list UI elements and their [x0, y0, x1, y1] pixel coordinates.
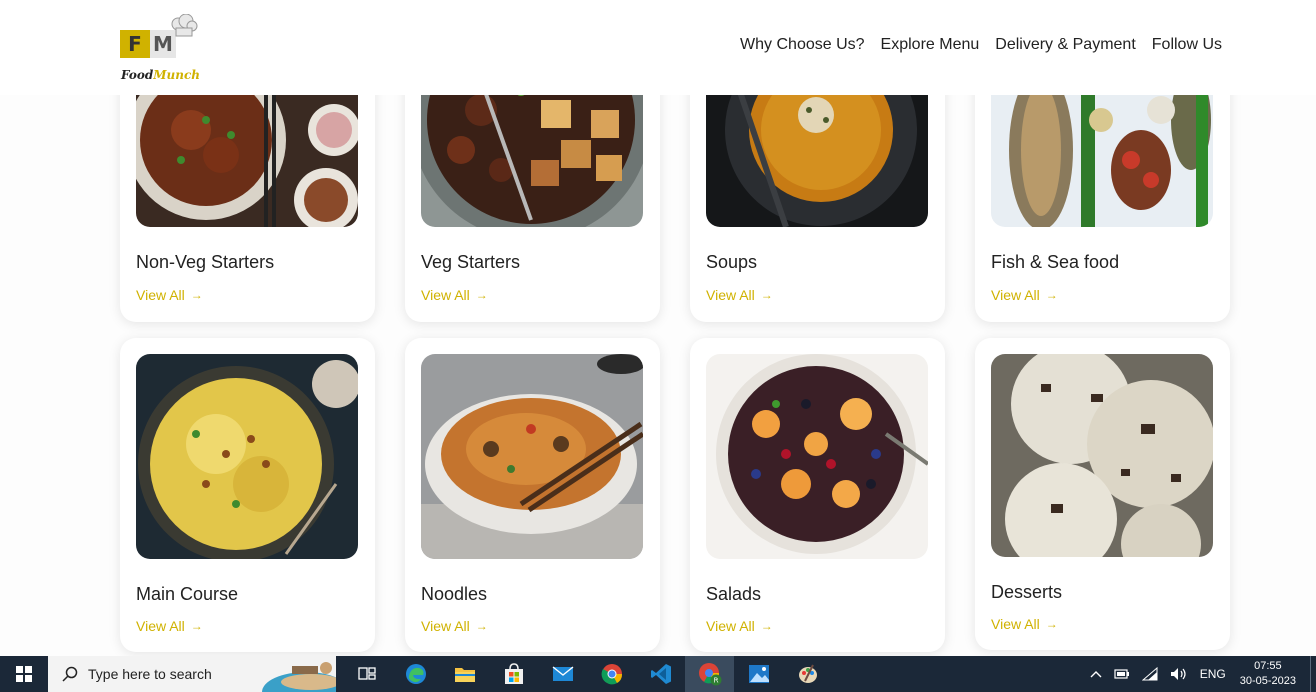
- category-card-fish-sea-food: Fish & Sea food View All →: [975, 60, 1230, 322]
- wifi-icon[interactable]: [1141, 667, 1158, 681]
- task-view-icon: [357, 667, 376, 680]
- brand-name: FoodMunch: [121, 68, 200, 82]
- folder-icon: [454, 668, 475, 682]
- view-all-link[interactable]: View All →: [136, 287, 203, 303]
- taskbar-clock[interactable]: 07:55 30-05-2023: [1240, 659, 1296, 689]
- taskbar-search-box[interactable]: Type here to search: [48, 656, 336, 692]
- noodles-image: [421, 354, 643, 559]
- search-placeholder: Type here to search: [88, 666, 212, 682]
- input-language[interactable]: ENG: [1200, 667, 1226, 681]
- view-all-link[interactable]: View All →: [991, 616, 1058, 632]
- logo-mark: F M: [120, 30, 176, 58]
- taskbar-pinned-apps: R: [342, 656, 832, 692]
- category-card-main-course: Main Course View All →: [120, 338, 375, 652]
- task-view-button[interactable]: [342, 656, 391, 692]
- view-all-label: View All: [991, 287, 1040, 303]
- food-munch-page: Non-Veg Starters View All → Veg Starters…: [0, 0, 1316, 656]
- view-all-link[interactable]: View All →: [421, 618, 488, 634]
- arrow-right-icon: →: [760, 619, 773, 633]
- nav-delivery-payment[interactable]: Delivery & Payment: [995, 36, 1136, 54]
- view-all-label: View All: [421, 287, 470, 303]
- category-card-soups: Soups View All →: [690, 60, 945, 322]
- view-all-label: View All: [991, 616, 1040, 632]
- nav-explore-menu[interactable]: Explore Menu: [881, 36, 980, 54]
- windows-taskbar: Type here to search R ENG 07:55 30-05-20…: [0, 656, 1316, 692]
- start-button[interactable]: [0, 656, 48, 692]
- chrome-profile-icon: R: [698, 663, 721, 686]
- card-title: Desserts: [991, 582, 1063, 602]
- card-title: Noodles: [421, 584, 488, 604]
- brand-logo[interactable]: F M FoodMunch: [118, 14, 200, 84]
- volume-icon[interactable]: [1170, 667, 1188, 681]
- card-title: Veg Starters: [421, 252, 521, 272]
- nav-why-choose-us[interactable]: Why Choose Us?: [740, 36, 865, 54]
- vscode-icon: [650, 664, 671, 684]
- search-highlight-art: [262, 662, 336, 692]
- logo-letter-f: F: [120, 30, 150, 58]
- main-course-image: [136, 354, 358, 559]
- search-icon: [62, 666, 78, 682]
- view-all-label: View All: [421, 618, 470, 634]
- chef-hat-icon: [171, 14, 198, 37]
- view-all-link[interactable]: View All →: [706, 618, 773, 634]
- card-title: Non-Veg Starters: [136, 252, 275, 272]
- arrow-right-icon: →: [760, 288, 773, 302]
- brand-name-munch: Munch: [153, 68, 201, 82]
- show-desktop-button[interactable]: [1310, 656, 1316, 692]
- nav-links: Why Choose Us? Explore Menu Delivery & P…: [740, 36, 1222, 54]
- chrome-profile-app[interactable]: R: [685, 656, 734, 692]
- category-card-desserts: Desserts View All →: [975, 338, 1230, 650]
- view-all-link[interactable]: View All →: [991, 287, 1058, 303]
- windows-logo-icon: [16, 666, 32, 682]
- arrow-right-icon: →: [190, 619, 203, 633]
- arrow-right-icon: →: [475, 288, 488, 302]
- view-all-label: View All: [136, 618, 185, 634]
- view-all-label: View All: [136, 287, 185, 303]
- store-icon: [504, 663, 523, 684]
- edge-icon: [405, 664, 426, 684]
- mail-icon: [552, 666, 573, 681]
- brand-name-food: Food: [121, 68, 154, 82]
- paint-app[interactable]: [783, 656, 832, 692]
- desserts-image: [991, 354, 1213, 557]
- system-tray: ENG 07:55 30-05-2023: [1084, 656, 1316, 692]
- edge-app[interactable]: [391, 656, 440, 692]
- arrow-right-icon: →: [190, 288, 203, 302]
- arrow-right-icon: →: [1045, 617, 1058, 631]
- vscode-app[interactable]: [636, 656, 685, 692]
- card-title: Salads: [706, 584, 762, 604]
- view-all-link[interactable]: View All →: [706, 287, 773, 303]
- microsoft-store-app[interactable]: [489, 656, 538, 692]
- file-explorer-app[interactable]: [440, 656, 489, 692]
- photos-icon: [748, 665, 769, 683]
- chevron-up-icon[interactable]: [1090, 670, 1102, 678]
- arrow-right-icon: →: [475, 619, 488, 633]
- clock-time: 07:55: [1254, 660, 1282, 672]
- card-title: Fish & Sea food: [991, 252, 1120, 272]
- navbar: F M FoodMunch Why Choose Us? Explore Men…: [0, 0, 1316, 95]
- salads-image: [706, 354, 928, 559]
- chrome-icon: [601, 664, 622, 685]
- photos-app[interactable]: [734, 656, 783, 692]
- mail-app[interactable]: [538, 656, 587, 692]
- category-card-noodles: Noodles View All →: [405, 338, 660, 652]
- view-all-label: View All: [706, 287, 755, 303]
- card-title: Main Course: [136, 584, 239, 604]
- view-all-link[interactable]: View All →: [421, 287, 488, 303]
- category-card-salads: Salads View All →: [690, 338, 945, 652]
- battery-icon[interactable]: [1114, 668, 1130, 680]
- clock-date: 30-05-2023: [1239, 675, 1296, 687]
- category-card-non-veg-starters: Non-Veg Starters View All →: [120, 60, 375, 322]
- svg-text:R: R: [713, 677, 718, 685]
- arrow-right-icon: →: [1045, 288, 1058, 302]
- card-title: Soups: [706, 252, 758, 272]
- chrome-app[interactable]: [587, 656, 636, 692]
- view-all-link[interactable]: View All →: [136, 618, 203, 634]
- paint-palette-icon: [798, 664, 817, 683]
- nav-follow-us[interactable]: Follow Us: [1152, 36, 1222, 54]
- view-all-label: View All: [706, 618, 755, 634]
- category-card-veg-starters: Veg Starters View All →: [405, 60, 660, 322]
